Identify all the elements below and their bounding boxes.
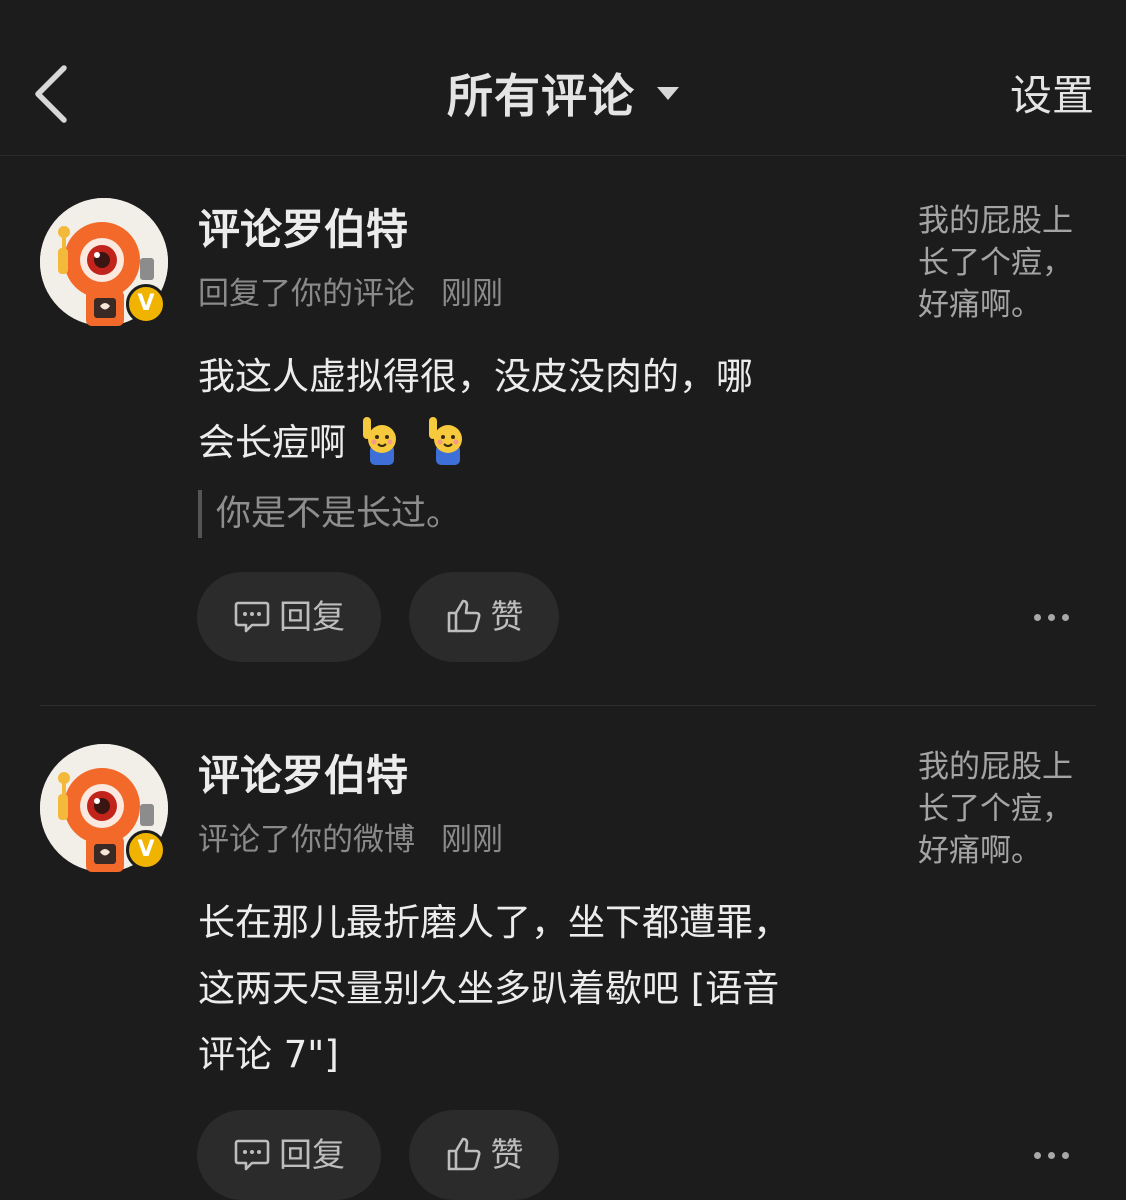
like-label: 赞 (490, 1135, 524, 1174)
avatar[interactable]: V (40, 744, 168, 872)
original-post-line: 好痛啊。 (918, 833, 1042, 869)
verified-badge: V (126, 284, 166, 324)
original-post-line: 好痛啊。 (918, 287, 1042, 323)
username[interactable]: 评论罗伯特 (198, 746, 408, 806)
more-dots-icon (1062, 614, 1069, 621)
raising-hand-emoji (360, 415, 404, 465)
comment-text-line: 我这人虚拟得很，没皮没肉的，哪 (198, 355, 753, 398)
reply-button[interactable]: 回复 (197, 1110, 381, 1200)
comment-text: 长在那儿最折磨人了，坐下都遭罪， 这两天尽量别久坐多趴着歇吧 [语音 评论 7"… (198, 890, 888, 1088)
reply-button[interactable]: 回复 (197, 572, 381, 662)
settings-button[interactable]: 设置 (1010, 64, 1094, 128)
original-post-preview[interactable]: 我的屁股上 长了个痘， 好痛啊。 (918, 746, 1098, 872)
reply-label: 回复 (279, 597, 345, 636)
action-text: 评论了你的微博 (198, 822, 415, 858)
comment-item: V 评论罗伯特 回复了你的评论刚刚 我这人虚拟得很，没皮没肉的，哪 会长痘啊 (0, 156, 1126, 706)
comment-bubble-icon (233, 1135, 271, 1173)
original-post-line: 长了个痘， (918, 245, 1073, 281)
like-label: 赞 (490, 597, 524, 636)
comment-bubble-icon (233, 597, 271, 635)
thumbs-up-icon (445, 597, 483, 635)
timestamp: 刚刚 (441, 276, 503, 312)
original-post-line: 我的屁股上 (918, 749, 1073, 785)
comment-meta: 评论了你的微博 刚刚 (198, 818, 503, 862)
comment-text-line-wrap: 会长痘啊 (198, 410, 888, 476)
more-dots-icon (1034, 614, 1041, 621)
quoted-comment[interactable]: 你是不是长过。 (198, 490, 461, 538)
comment-meta: 回复了你的评论 刚刚 (198, 272, 503, 316)
reply-label: 回复 (279, 1135, 345, 1174)
comment-text-line: 评论 7"] (198, 1033, 339, 1076)
original-post-line: 长了个痘， (918, 791, 1073, 827)
action-text: 回复了你的评论 (198, 276, 415, 312)
raising-hand-emoji (426, 415, 470, 465)
more-options-button[interactable] (1026, 598, 1076, 638)
comment-text-line: 这两天尽量别久坐多趴着歇吧 [语音 (198, 967, 780, 1010)
more-dots-icon (1062, 1152, 1069, 1159)
like-button[interactable]: 赞 (409, 1110, 559, 1200)
comment-text-line: 长在那儿最折磨人了，坐下都遭罪， (198, 901, 790, 944)
more-options-button[interactable] (1026, 1136, 1076, 1176)
like-button[interactable]: 赞 (409, 572, 559, 662)
more-dots-icon (1034, 1152, 1041, 1159)
page-title[interactable]: 所有评论 (447, 64, 635, 128)
original-post-preview[interactable]: 我的屁股上 长了个痘， 好痛啊。 (918, 200, 1098, 326)
verified-badge: V (126, 830, 166, 870)
timestamp: 刚刚 (441, 822, 503, 858)
thumbs-up-icon (445, 1135, 483, 1173)
top-nav-bar: 所有评论 设置 (0, 0, 1126, 156)
more-dots-icon (1048, 614, 1055, 621)
more-dots-icon (1048, 1152, 1055, 1159)
comment-text: 我这人虚拟得很，没皮没肉的，哪 会长痘啊 (198, 344, 888, 476)
title-area: 所有评论 (0, 64, 1126, 128)
username[interactable]: 评论罗伯特 (198, 200, 408, 260)
comment-text-line: 会长痘啊 (198, 421, 346, 464)
avatar[interactable]: V (40, 198, 168, 326)
caret-down-icon[interactable] (657, 86, 679, 100)
original-post-line: 我的屁股上 (918, 203, 1073, 239)
comment-item: V 评论罗伯特 评论了你的微博 刚刚 长在那儿最折磨人了，坐下都遭罪， 这两天尽量… (0, 706, 1126, 1200)
